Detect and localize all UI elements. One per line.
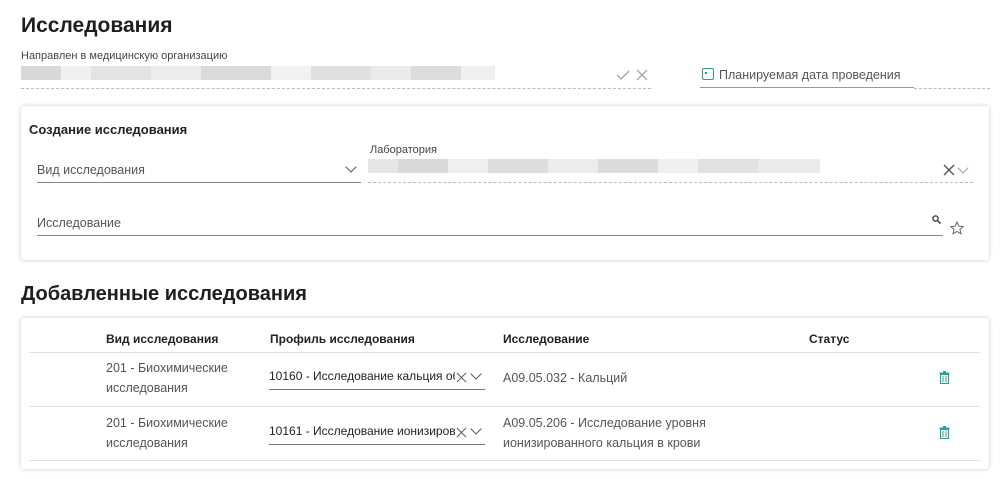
referral-org-label: Направлен в медицинскую организацию: [21, 50, 228, 62]
row-type-line: исследования: [106, 436, 188, 450]
chevron-down-icon[interactable]: [470, 423, 482, 435]
row-divider: [29, 406, 980, 407]
referral-org-value-blurred[interactable]: [21, 66, 495, 80]
delete-icon[interactable]: [939, 371, 950, 384]
profile-select[interactable]: 10160 - Исследование кальция об: [269, 364, 485, 390]
chevron-down-icon: [345, 161, 357, 173]
row-research-line: A09.05.206 - Исследование уровня: [503, 416, 706, 430]
laboratory-value-blurred[interactable]: [368, 159, 820, 173]
profile-select[interactable]: 10161 - Исследование ионизирова: [269, 419, 485, 445]
laboratory-underline: [368, 182, 973, 183]
column-header-profile: Профиль исследования: [270, 332, 415, 346]
row-type-line: 201 - Биохимические: [106, 361, 228, 375]
row-research-line: ионизированного кальция в крови: [503, 436, 701, 450]
chevron-down-icon[interactable]: [470, 368, 482, 380]
research-search-input[interactable]: Исследование: [37, 211, 943, 236]
research-type-select[interactable]: Вид исследования: [37, 158, 361, 183]
clear-icon[interactable]: [456, 372, 467, 383]
research-type-placeholder: Вид исследования: [37, 163, 145, 177]
star-icon[interactable]: [950, 221, 964, 235]
clear-icon[interactable]: [636, 69, 648, 81]
calendar-icon: [702, 68, 714, 80]
planned-date-placeholder: Планируемая дата проведения: [719, 68, 901, 82]
create-research-title: Создание исследования: [29, 122, 188, 137]
row-type-line: исследования: [106, 381, 188, 395]
row-research-line: A09.05.032 - Кальций: [503, 371, 628, 385]
profile-value: 10161 - Исследование ионизирова: [269, 424, 455, 438]
row-type: 201 - Биохимические исследования: [106, 413, 228, 453]
research-placeholder: Исследование: [37, 216, 121, 230]
row-divider: [29, 352, 980, 353]
check-icon[interactable]: [616, 69, 630, 81]
referral-org-underline: [21, 88, 651, 89]
clear-icon[interactable]: [943, 164, 955, 176]
row-type: 201 - Биохимические исследования: [106, 358, 228, 398]
row-type-line: 201 - Биохимические: [106, 416, 228, 430]
column-header-type: Вид исследования: [106, 332, 219, 346]
chevron-down-icon[interactable]: [957, 162, 969, 174]
divider: [914, 88, 990, 89]
added-research-title: Добавленные исследования: [21, 283, 307, 305]
create-research-card: Создание исследования Вид исследования Л…: [21, 106, 989, 260]
column-header-status: Статус: [809, 332, 850, 346]
row-divider: [29, 460, 980, 461]
row-research: A09.05.206 - Исследование уровня ионизир…: [503, 413, 706, 453]
page-title: Исследования: [21, 14, 173, 37]
row-research: A09.05.032 - Кальций: [503, 368, 627, 388]
laboratory-label: Лаборатория: [370, 144, 437, 156]
planned-date-field[interactable]: Планируемая дата проведения: [700, 66, 914, 88]
delete-icon[interactable]: [939, 426, 950, 439]
added-research-table: Вид исследования Профиль исследования Ис…: [21, 318, 989, 469]
clear-icon[interactable]: [456, 427, 467, 438]
search-icon[interactable]: [932, 215, 941, 224]
profile-value: 10160 - Исследование кальция об: [269, 369, 455, 383]
column-header-research: Исследование: [503, 332, 590, 346]
